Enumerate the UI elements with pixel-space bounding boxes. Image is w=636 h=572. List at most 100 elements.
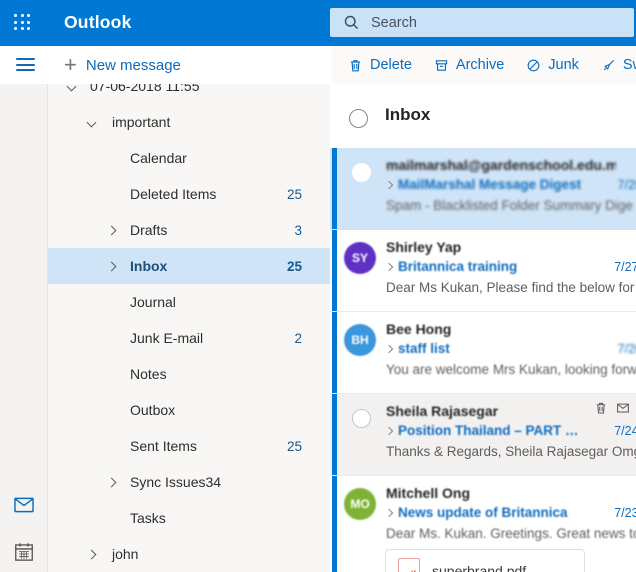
email-row[interactable]: SY Shirley Yap Britannica training 7/27/…: [330, 230, 636, 312]
message-list-title: Inbox: [385, 105, 430, 125]
folder-item-john[interactable]: john: [48, 536, 330, 572]
email-row[interactable]: BH Bee Hong staff list 7/26 You are welc…: [330, 312, 636, 394]
folder-item-archive-date[interactable]: 07-06-2018 11:55: [48, 84, 330, 104]
email-preview: Dear Ms Kukan, Please find the below for: [386, 280, 636, 295]
plus-icon: +: [64, 54, 77, 76]
pdf-file-icon: pdf: [398, 558, 420, 572]
archive-button[interactable]: Archive: [434, 57, 504, 73]
unread-count: 25: [287, 439, 302, 454]
email-subject: Position Thailand – PART …: [398, 423, 579, 438]
expand-chevron-icon[interactable]: [385, 262, 393, 270]
command-bar: + New message Delete Archive Junk: [0, 46, 636, 84]
avatar[interactable]: SY: [344, 242, 376, 274]
mail-actions-toolbar: Delete Archive Junk Sweep: [332, 46, 636, 84]
unread-indicator: [332, 394, 337, 475]
email-sender: Sheila Rajasegar: [386, 403, 498, 419]
left-nav-rail: [0, 84, 48, 572]
unread-indicator: [332, 312, 337, 393]
trash-icon: [348, 58, 363, 73]
email-row[interactable]: MO Mitchell Ong News update of Britannic…: [330, 476, 636, 572]
email-sender: Shirley Yap: [386, 239, 461, 255]
attachment-chip[interactable]: pdf superbrand.pdf: [385, 549, 585, 572]
email-date: 7/28: [618, 178, 636, 192]
unread-indicator: [332, 476, 337, 572]
hover-actions: [594, 401, 636, 415]
unread-count: 2: [294, 331, 302, 346]
email-subject: staff list: [398, 341, 450, 356]
expand-chevron-icon[interactable]: [385, 508, 393, 516]
search-box[interactable]: [330, 8, 634, 37]
expand-chevron-icon[interactable]: [385, 344, 393, 352]
folder-item-tasks[interactable]: Tasks: [48, 500, 330, 536]
broom-icon: [601, 58, 616, 73]
email-date: 7/27/: [614, 260, 636, 274]
folder-item-notes[interactable]: Notes: [48, 356, 330, 392]
folder-item-junk-email[interactable]: Junk E-mail 2: [48, 320, 330, 356]
unread-indicator: [332, 230, 337, 311]
email-preview: You are welcome Mrs Kukan, looking forw: [386, 362, 636, 377]
avatar[interactable]: BH: [344, 324, 376, 356]
outlook-window: Outlook + New message Delete: [0, 0, 636, 572]
chevron-down-icon: [67, 84, 77, 91]
calendar-icon: [13, 541, 35, 563]
unread-count: 25: [287, 259, 302, 274]
email-preview: Thanks & Regards, Sheila Rajasegar Omg: [386, 444, 636, 459]
junk-button[interactable]: Junk: [526, 57, 579, 73]
folder-item-deleted-items[interactable]: Deleted Items 25: [48, 176, 330, 212]
folder-item-drafts[interactable]: Drafts 3: [48, 212, 330, 248]
email-date: 7/26: [618, 342, 636, 356]
unread-count: 3: [294, 223, 302, 238]
message-list-header: Inbox: [330, 84, 636, 148]
email-date: 7/23/: [614, 506, 636, 520]
folder-item-sent-items[interactable]: Sent Items 25: [48, 428, 330, 464]
avatar[interactable]: MO: [344, 488, 376, 520]
mail-module-button[interactable]: [13, 494, 35, 516]
app-launcher-icon[interactable]: [14, 14, 31, 31]
folder-item-outbox[interactable]: Outbox: [48, 392, 330, 428]
mail-icon: [13, 494, 35, 516]
folder-item-calendar[interactable]: Calendar: [48, 140, 330, 176]
email-sender: Mitchell Ong: [386, 485, 470, 501]
delete-button[interactable]: Delete: [348, 57, 412, 73]
folder-item-journal[interactable]: Journal: [48, 284, 330, 320]
email-preview: Dear Ms. Kukan. Greetings. Great news to: [386, 526, 636, 541]
hamburger-menu-icon[interactable]: [16, 58, 35, 71]
email-subject: Britannica training: [398, 259, 517, 274]
search-input[interactable]: [369, 14, 603, 32]
message-list: Inbox mailmarshal@gardenschool.edu.my Ma…: [330, 84, 636, 572]
chevron-right-icon: [107, 225, 117, 235]
folder-item-important[interactable]: important: [48, 104, 330, 140]
email-checkbox[interactable]: [352, 409, 371, 428]
chevron-right-icon: [107, 477, 117, 487]
email-subject: MailMarshal Message Digest: [398, 177, 581, 192]
email-preview: Spam - Blacklisted Folder Summary Dige: [386, 198, 636, 213]
archive-icon: [434, 58, 449, 73]
attachment-name: superbrand.pdf: [432, 563, 526, 572]
mark-read-icon[interactable]: [616, 401, 630, 415]
expand-chevron-icon[interactable]: [385, 426, 393, 434]
email-sender: Bee Hong: [386, 321, 451, 337]
email-sender: mailmarshal@gardenschool.edu.my: [386, 157, 616, 173]
unread-indicator: [332, 148, 337, 229]
app-title: Outlook: [64, 12, 132, 33]
chevron-right-icon: [87, 549, 97, 559]
search-icon: [343, 14, 360, 31]
new-message-button[interactable]: + New message: [64, 46, 181, 84]
folder-item-inbox[interactable]: Inbox 25: [48, 248, 330, 284]
folder-pane: 07-06-2018 11:55 important Calendar Dele…: [48, 84, 330, 572]
chevron-right-icon: [107, 261, 117, 271]
select-all-checkbox[interactable]: [349, 109, 368, 128]
email-subject: News update of Britannica: [398, 505, 568, 520]
delete-icon[interactable]: [594, 401, 608, 415]
unread-count: 25: [287, 187, 302, 202]
email-row[interactable]: mailmarshal@gardenschool.edu.my MailMars…: [330, 148, 636, 230]
chevron-down-icon: [87, 117, 97, 127]
top-app-bar: Outlook: [0, 0, 636, 46]
email-row[interactable]: Sheila Rajasegar: [330, 394, 636, 476]
block-icon: [526, 58, 541, 73]
folder-item-sync-issues[interactable]: Sync Issues34: [48, 464, 330, 500]
email-checkbox[interactable]: [352, 163, 371, 182]
calendar-module-button[interactable]: [13, 541, 35, 563]
sweep-button[interactable]: Sweep: [601, 57, 636, 73]
expand-chevron-icon[interactable]: [385, 180, 393, 188]
